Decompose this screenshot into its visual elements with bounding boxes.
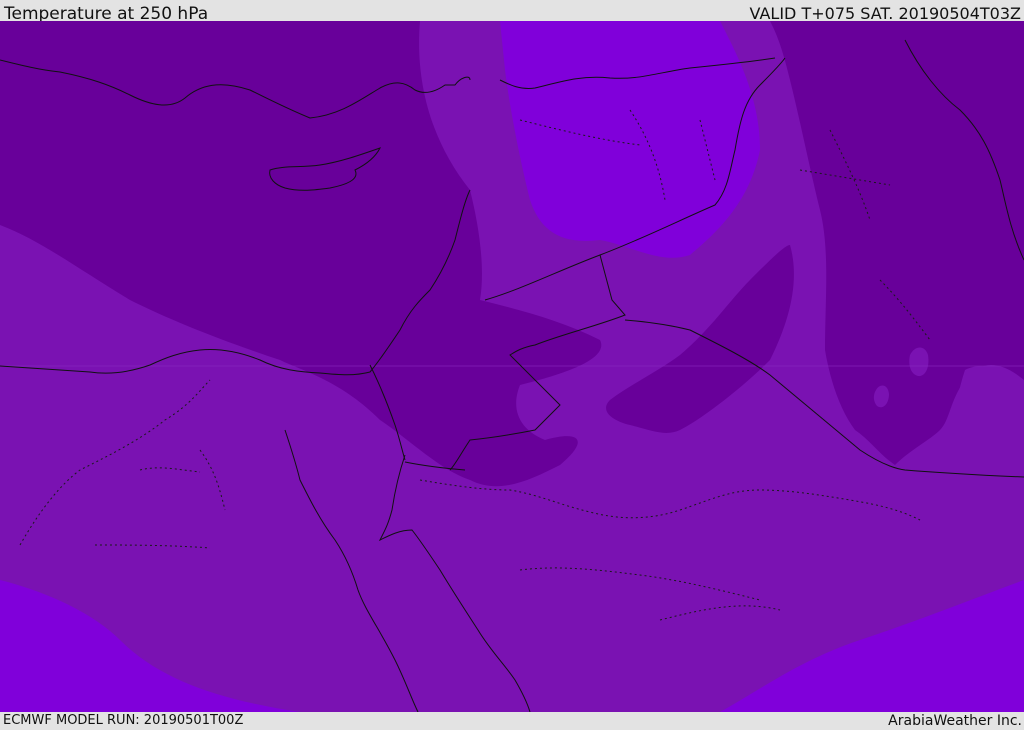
model-run: ECMWF MODEL RUN: 20190501T00Z [3,713,244,728]
temperature-map[interactable] [0,21,1024,712]
temperature-band-mid-patch-1 [909,347,929,377]
credit-label: ArabiaWeather Inc. [888,713,1022,729]
header-bar: Temperature at 250 hPa VALID T+075 SAT. … [0,0,1024,24]
footer-bar: ECMWF MODEL RUN: 20190501T00Z ArabiaWeat… [0,712,1024,729]
map-canvas [0,21,1024,712]
